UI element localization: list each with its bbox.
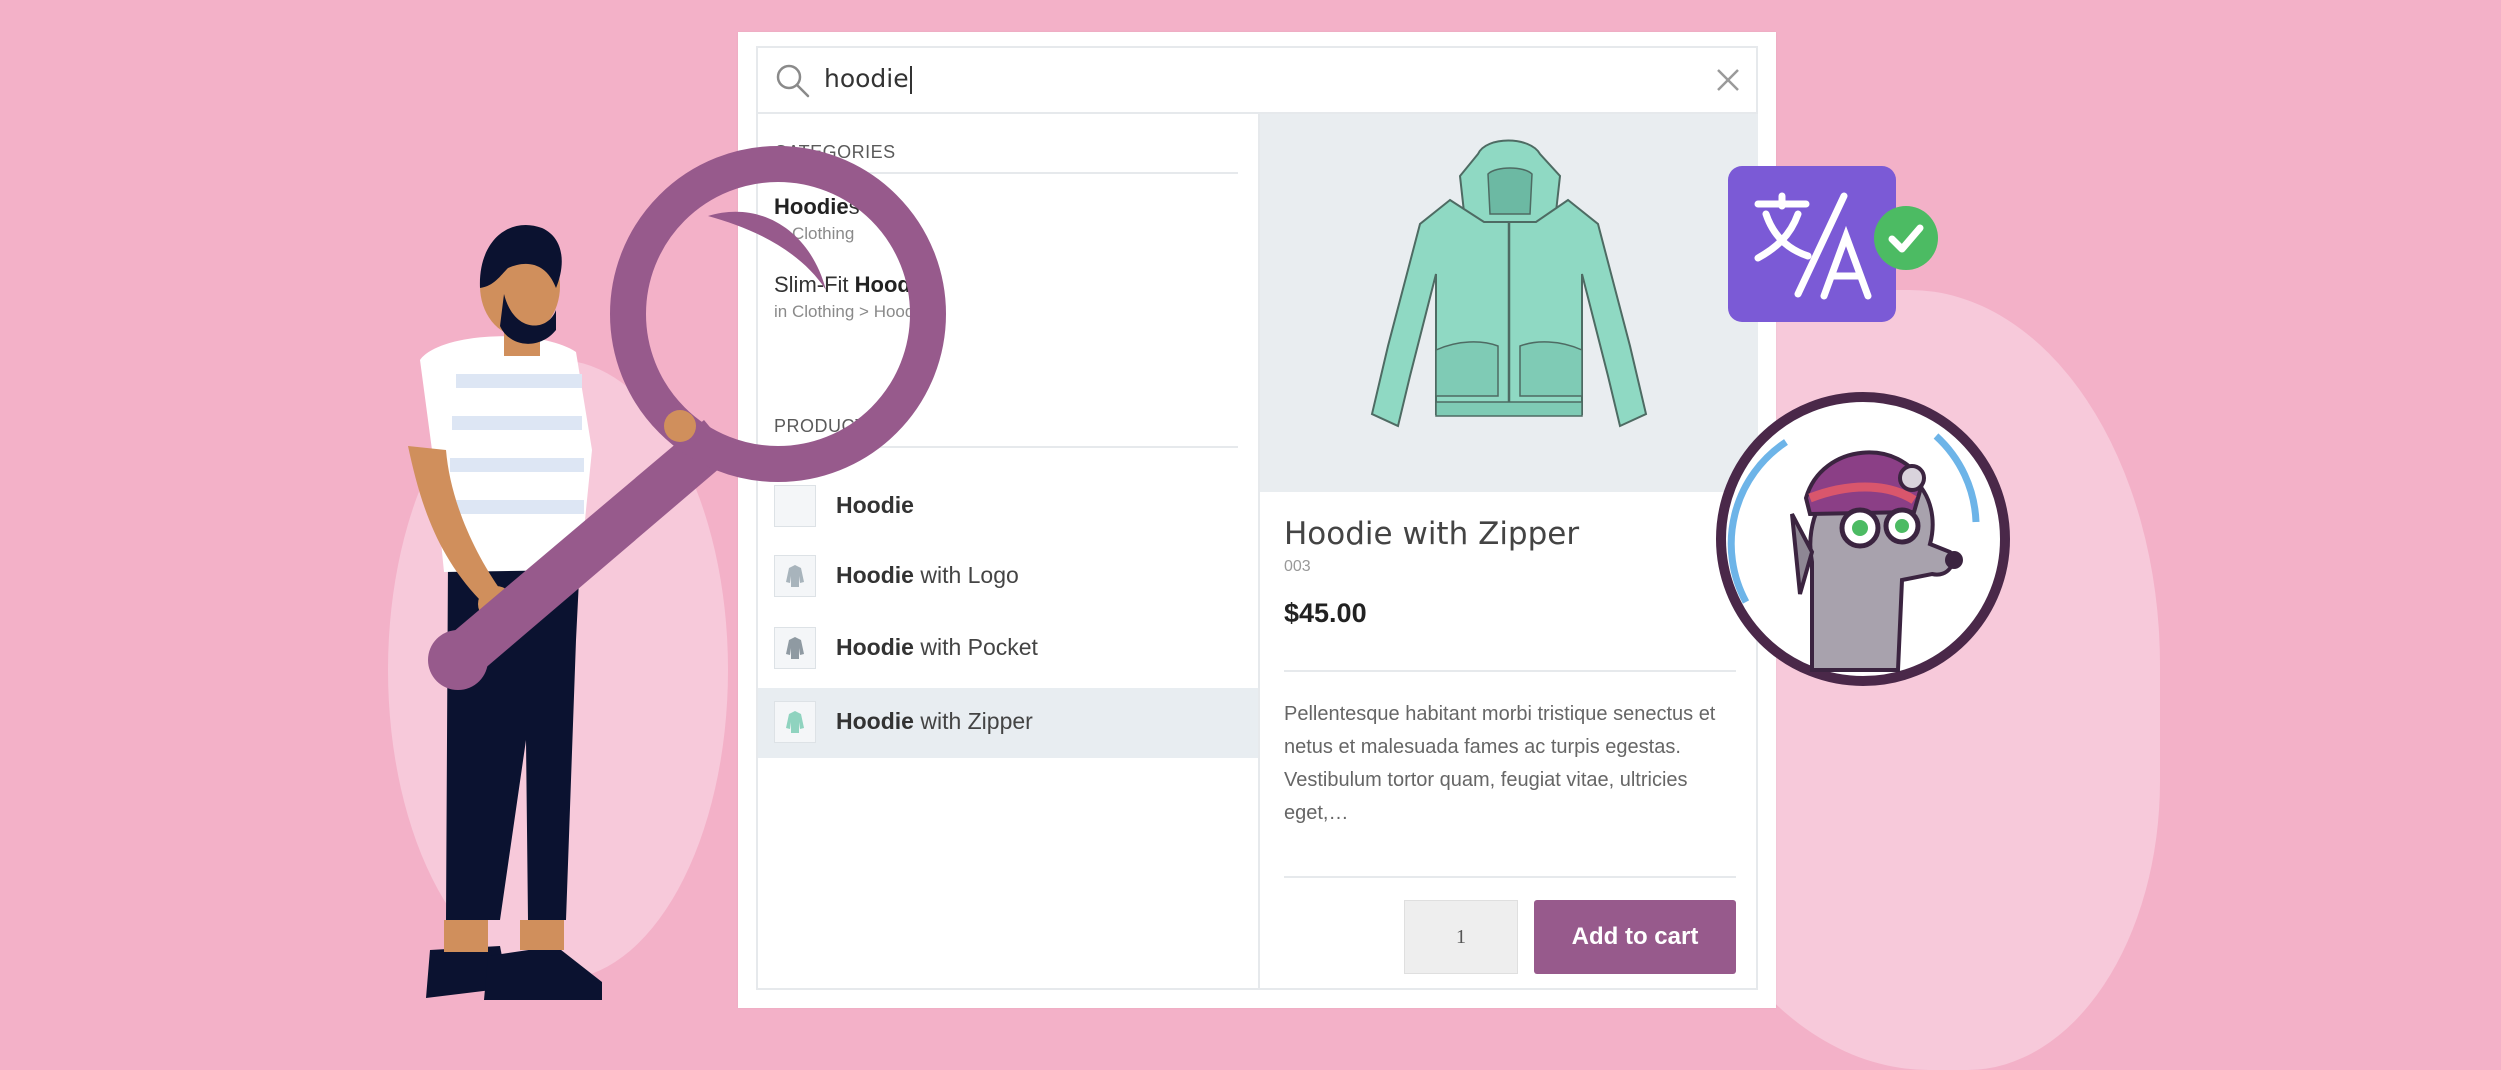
person-with-magnifier-illustration xyxy=(408,146,946,1000)
search-query-text: hoodie xyxy=(824,64,909,93)
product-name: Hoodie with Zipper xyxy=(1284,516,1580,552)
quantity-input[interactable]: 1 xyxy=(1404,900,1518,974)
divider xyxy=(1284,876,1736,878)
divider xyxy=(1284,670,1736,672)
search-bar[interactable]: hoodie xyxy=(758,48,1756,114)
add-to-cart-button[interactable]: Add to cart xyxy=(1534,900,1736,974)
text-caret xyxy=(909,66,912,94)
product-preview: Hoodie with Zipper 003 $45.00 Pellentesq… xyxy=(1260,114,1758,990)
check-icon xyxy=(1874,206,1938,270)
product-description: Pellentesque habitant morbi tristique se… xyxy=(1284,703,1716,824)
dog-mascot-illustration xyxy=(1727,433,1980,672)
product-sku: 003 xyxy=(1284,558,1311,575)
translate-icon xyxy=(1754,192,1872,300)
search-input[interactable]: hoodie xyxy=(824,64,912,94)
translate-badge xyxy=(1728,166,1896,322)
mascot-avatar xyxy=(1716,392,2010,686)
hoodie-illustration xyxy=(1370,139,1648,428)
product-image[interactable] xyxy=(1260,114,1758,492)
close-icon[interactable] xyxy=(1714,66,1742,94)
search-icon xyxy=(774,62,812,100)
product-price: $45.00 xyxy=(1284,598,1367,628)
